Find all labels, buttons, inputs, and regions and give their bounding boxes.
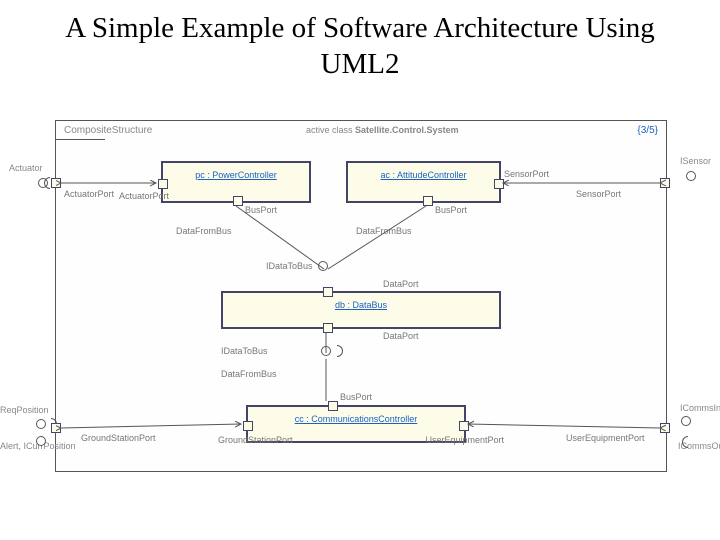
- frame-actuator-port: [51, 178, 61, 188]
- ac-bus-port: [423, 196, 433, 206]
- ac-sensor-port: [494, 179, 504, 189]
- composite-structure-frame: CompositeStructure active class Satellit…: [55, 120, 667, 472]
- cc-groundstation-port-label: GroundStationPort: [218, 435, 293, 445]
- idatatobus-upper-label: IDataToBus: [266, 261, 313, 271]
- db-bottom-port: [323, 323, 333, 333]
- cc-bus-port-label: BusPort: [340, 392, 372, 402]
- ext-icommsin-label: ICommsIn: [680, 403, 720, 413]
- data-bus-part: db : DataBus DataPort DataPort: [221, 291, 501, 329]
- db-top-port-label: DataPort: [383, 279, 419, 289]
- datafrombus-lower-label: DataFromBus: [221, 369, 277, 379]
- db-top-provided-icon: [318, 261, 328, 271]
- db-bottom-port-label: DataPort: [383, 331, 419, 341]
- power-controller-name: pc : PowerController: [195, 170, 277, 180]
- db-top-port: [323, 287, 333, 297]
- pc-bus-port-label: BusPort: [245, 205, 277, 215]
- cc-userequip-port: [459, 421, 469, 431]
- cc-bus-port: [328, 401, 338, 411]
- attitude-controller-part: ac : AttitudeController SensorPort BusPo…: [346, 161, 501, 203]
- ac-sensor-port-label: SensorPort: [504, 169, 549, 179]
- cc-userequip-port-label: UserEquipmentPort: [425, 435, 504, 445]
- db-bottom-required-icon: [331, 345, 343, 357]
- pc-actuator-port: [158, 179, 168, 189]
- frame-groundstation-port-label: GroundStationPort: [81, 433, 156, 443]
- pc-datafrombus-label: DataFromBus: [176, 226, 232, 236]
- icommsin-icon: [681, 416, 691, 426]
- frame-classifier-label: active class Satellite.Control.System: [306, 125, 459, 135]
- frame-sensor-port: [660, 178, 670, 188]
- ac-datafrombus-label: DataFromBus: [356, 226, 412, 236]
- attitude-controller-name: ac : AttitudeController: [380, 170, 466, 180]
- frame-groundstation-port-ext: [51, 423, 61, 433]
- cc-groundstation-port: [243, 421, 253, 431]
- power-controller-part: pc : PowerController ActuatorPort BusPor…: [161, 161, 311, 203]
- reqposition-provided-icon: [36, 419, 46, 429]
- idatatobus-lower-label: IDataToBus: [221, 346, 268, 356]
- ac-bus-port-label: BusPort: [435, 205, 467, 215]
- ext-actuator-label: Actuator: [9, 163, 43, 173]
- communications-controller-name: cc : CommunicationsController: [295, 414, 418, 424]
- frame-userequip-port-label: UserEquipmentPort: [566, 433, 645, 443]
- alert-provided-icon: [36, 436, 46, 446]
- frame-page-indicator: {3/5}: [637, 125, 658, 136]
- slide-title: A Simple Example of Software Architectur…: [0, 0, 720, 89]
- isensor-provided-icon: [686, 171, 696, 181]
- ext-reqposition-label: ReqPosition: [0, 405, 49, 415]
- frame-userequip-port-ext: [660, 423, 670, 433]
- frame-actuator-port-label: ActuatorPort: [64, 189, 114, 199]
- data-bus-name: db : DataBus: [335, 300, 387, 310]
- pc-actuator-port-label: ActuatorPort: [119, 191, 169, 201]
- communications-controller-part: cc : CommunicationsController BusPort Gr…: [246, 405, 466, 443]
- pc-bus-port: [233, 196, 243, 206]
- frame-sensor-port-label: SensorPort: [576, 189, 621, 199]
- ext-isensor-label: ISensor: [680, 156, 711, 166]
- db-bottom-provided-icon: [321, 346, 331, 356]
- frame-kind-label: CompositeStructure: [64, 125, 152, 136]
